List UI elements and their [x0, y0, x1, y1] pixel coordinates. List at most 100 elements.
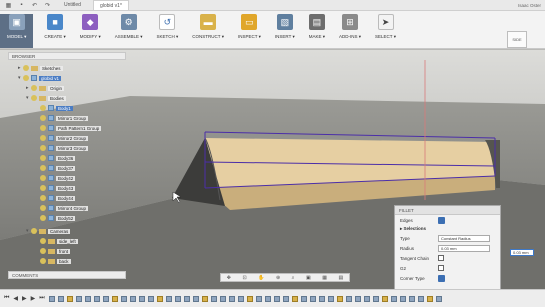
timeline-feature[interactable]: [255, 295, 262, 302]
step-back-icon[interactable]: ◀: [13, 295, 18, 302]
timeline-feature[interactable]: [48, 295, 55, 302]
timeline-feature[interactable]: [201, 295, 208, 302]
timeline-feature[interactable]: [318, 295, 325, 302]
make-menu[interactable]: ▤ MAKE ▾: [309, 14, 325, 40]
visibility-icon[interactable]: [40, 135, 46, 141]
timeline-feature[interactable]: [102, 295, 109, 302]
visibility-icon[interactable]: [40, 145, 46, 151]
timeline-feature[interactable]: [426, 295, 433, 302]
timeline-feature[interactable]: [111, 295, 118, 302]
fillet-header[interactable]: FILLET: [395, 206, 500, 215]
selections-section[interactable]: ▸ Selections: [395, 225, 500, 233]
visibility-icon[interactable]: [40, 185, 46, 191]
visibility-icon[interactable]: [40, 105, 46, 111]
tree-row-body[interactable]: Body44: [40, 194, 76, 202]
timeline-feature[interactable]: [84, 295, 91, 302]
g2-checkbox[interactable]: [438, 265, 444, 271]
tree-row-component[interactable]: ▾ globid v1: [18, 74, 62, 82]
inspect-menu[interactable]: ▭ INSPECT ▾: [238, 14, 261, 40]
timeline-feature[interactable]: [156, 295, 163, 302]
timeline-feature[interactable]: [336, 295, 343, 302]
grid-icon[interactable]: ▦: [322, 275, 327, 281]
look-at-icon[interactable]: ⊡: [242, 275, 246, 281]
timeline-feature[interactable]: [408, 295, 415, 302]
timeline-feature[interactable]: [66, 295, 73, 302]
visibility-icon[interactable]: [40, 195, 46, 201]
visibility-icon[interactable]: [40, 155, 46, 161]
tree-row-group[interactable]: Mirror3 Group: [40, 144, 89, 152]
timeline-feature[interactable]: [372, 295, 379, 302]
timeline-feature[interactable]: [327, 295, 334, 302]
timeline-feature[interactable]: [291, 295, 298, 302]
visibility-icon[interactable]: [40, 175, 46, 181]
visibility-icon[interactable]: [23, 75, 29, 81]
sketch-menu[interactable]: ↺ SKETCH ▾: [157, 14, 178, 40]
fit-icon[interactable]: ⌕: [292, 275, 295, 281]
redo-icon[interactable]: ↷: [43, 2, 52, 9]
visibility-icon[interactable]: [40, 125, 46, 131]
timeline-feature[interactable]: [165, 295, 172, 302]
user-name[interactable]: Isaac Oster: [518, 3, 541, 8]
timeline-feature[interactable]: [345, 295, 352, 302]
timeline-feature[interactable]: [300, 295, 307, 302]
tree-row-group[interactable]: Mirror2 Group: [40, 134, 89, 142]
timeline-feature[interactable]: [390, 295, 397, 302]
visibility-icon[interactable]: [40, 115, 46, 121]
timeline-feature[interactable]: [228, 295, 235, 302]
tree-row-sketches[interactable]: ▸ Sketches: [18, 64, 63, 72]
visibility-icon[interactable]: [31, 95, 37, 101]
tree-row-body[interactable]: Body36: [40, 154, 76, 162]
timeline-feature[interactable]: [129, 295, 136, 302]
timeline-feature[interactable]: [282, 295, 289, 302]
tree-row-body[interactable]: Body42: [40, 174, 76, 182]
step-forward-icon[interactable]: ▶: [31, 295, 36, 302]
go-to-start-icon[interactable]: ⏮: [4, 295, 9, 302]
radius-input[interactable]: 0.03 mm: [438, 244, 490, 252]
visibility-icon[interactable]: [40, 238, 46, 244]
app-menu-icon[interactable]: ▦: [4, 2, 13, 9]
tree-row-cameras[interactable]: ▾ Cameras: [26, 227, 71, 235]
timeline-feature[interactable]: [237, 295, 244, 302]
timeline-feature[interactable]: [120, 295, 127, 302]
visibility-icon[interactable]: [31, 228, 37, 234]
timeline-feature[interactable]: [417, 295, 424, 302]
timeline-feature[interactable]: [174, 295, 181, 302]
timeline-feature[interactable]: [435, 295, 442, 302]
tree-row-group[interactable]: Path Pattern1 Group: [40, 124, 102, 132]
timeline-feature[interactable]: [354, 295, 361, 302]
edge-select-button[interactable]: [438, 216, 445, 224]
timeline-feature[interactable]: [309, 295, 316, 302]
create-menu[interactable]: ■ CREATE ▾: [44, 14, 66, 40]
timeline-feature[interactable]: [264, 295, 271, 302]
pan-icon[interactable]: ✋: [258, 275, 264, 281]
save-icon[interactable]: ▪: [17, 2, 26, 9]
tree-row-origin[interactable]: ▸ Origin: [26, 84, 65, 92]
tree-row-group[interactable]: Mirror1 Group: [40, 114, 89, 122]
timeline-feature[interactable]: [138, 295, 145, 302]
add-ins-menu[interactable]: ⊞ ADD-INS ▾: [339, 14, 361, 40]
tree-row-camera[interactable]: side_left: [40, 237, 78, 245]
construct-menu[interactable]: ▬ CONSTRUCT ▾: [192, 14, 224, 40]
tree-row-body[interactable]: Body37: [40, 164, 76, 172]
zoom-icon[interactable]: ⊕: [276, 275, 280, 281]
tree-row-body[interactable]: Body52: [40, 214, 76, 222]
timeline-feature[interactable]: [219, 295, 226, 302]
timeline-feature[interactable]: [183, 295, 190, 302]
tree-row-body[interactable]: Body43: [40, 184, 76, 192]
undo-icon[interactable]: ↶: [30, 2, 39, 9]
tree-row-camera[interactable]: front: [40, 247, 71, 255]
timeline-feature[interactable]: [399, 295, 406, 302]
tree-row-camera[interactable]: back: [40, 257, 71, 265]
modify-menu[interactable]: ◆ MODIFY ▾: [80, 14, 101, 40]
insert-menu[interactable]: ▧ INSERT ▾: [275, 14, 295, 40]
tab-document[interactable]: globid v1*: [92, 0, 129, 10]
orbit-icon[interactable]: ✥: [227, 275, 231, 281]
display-settings-icon[interactable]: ▣: [306, 275, 311, 281]
timeline-feature[interactable]: [93, 295, 100, 302]
visibility-icon[interactable]: [40, 248, 46, 254]
select-menu[interactable]: ➤ SELECT ▾: [375, 14, 396, 40]
visibility-icon[interactable]: [31, 85, 37, 91]
type-select[interactable]: Constant Radius: [438, 234, 490, 242]
tree-row-body[interactable]: Body1: [40, 104, 73, 112]
assemble-menu[interactable]: ⚙ ASSEMBLE ▾: [115, 14, 143, 40]
